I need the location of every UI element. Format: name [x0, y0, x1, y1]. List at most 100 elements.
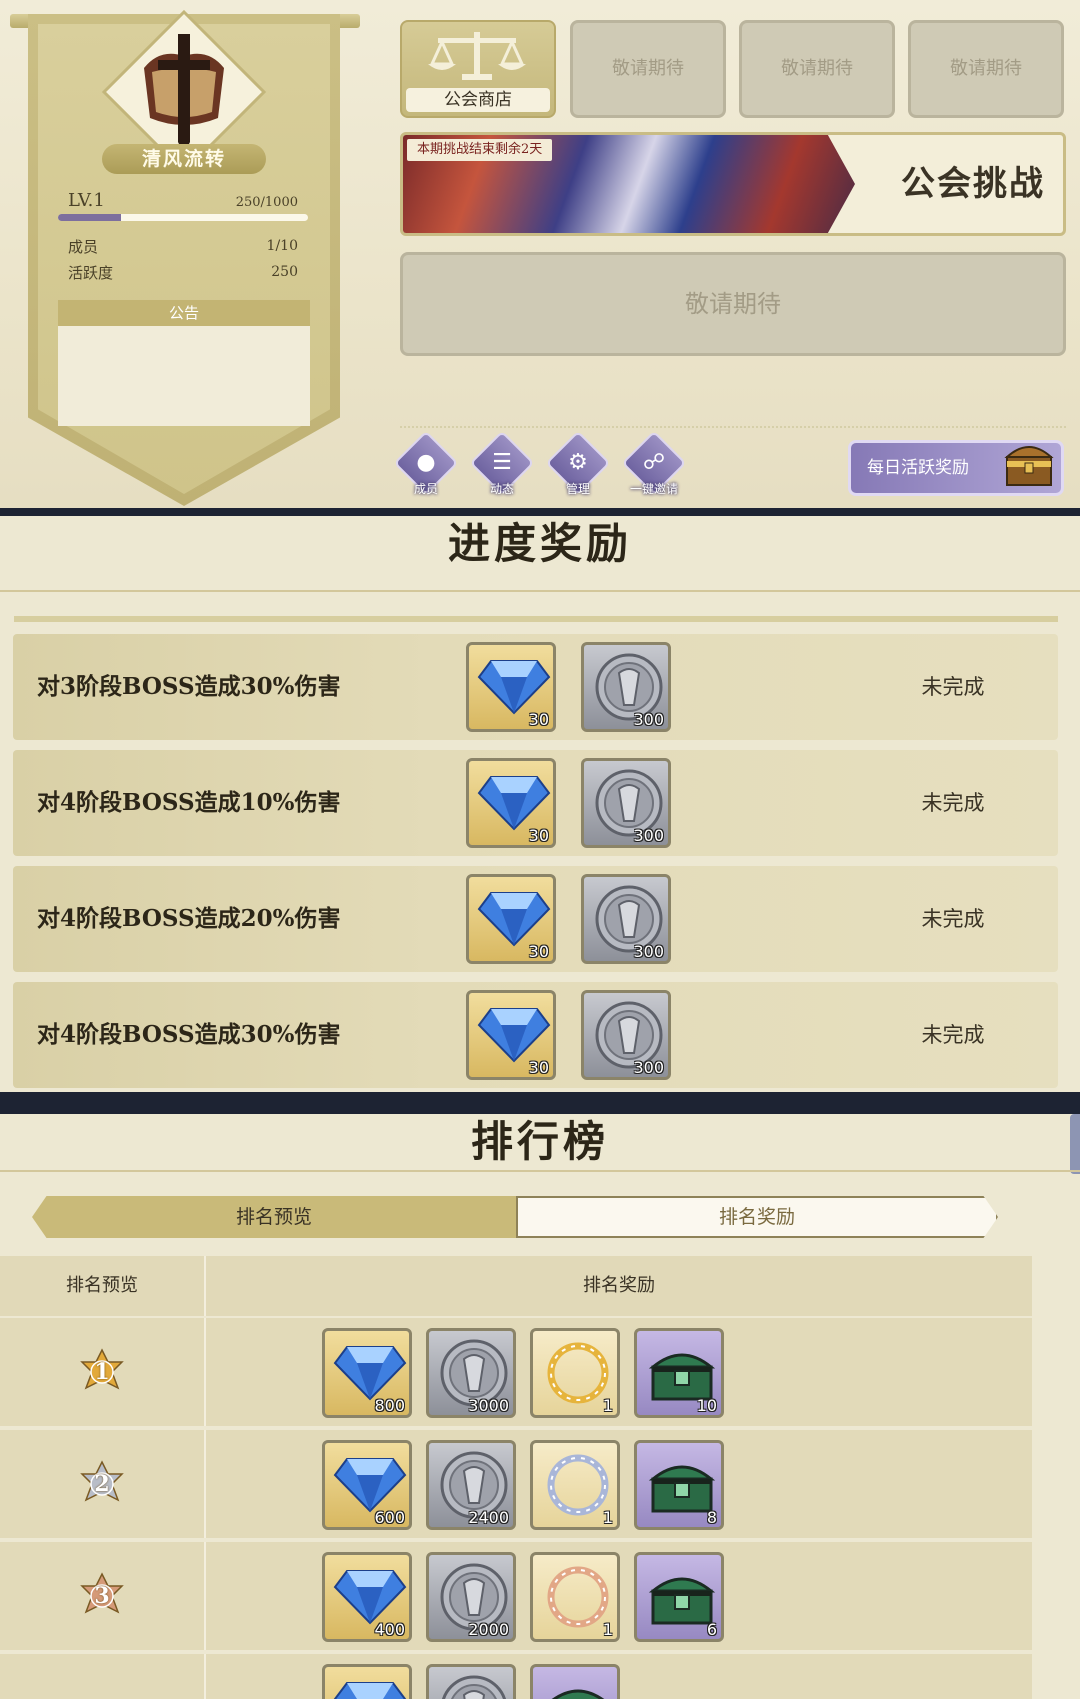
- leaderboard-row: 2 600 2400 1 8: [0, 1430, 1032, 1538]
- guild-exp-value: 250/1000: [235, 195, 298, 210]
- column-reward-header: 排名奖励: [583, 1275, 655, 1296]
- notice-title: 公告: [58, 300, 310, 326]
- rank-number: 3: [94, 1583, 110, 1609]
- nav-news-label: 动态: [489, 482, 514, 496]
- chest-reward[interactable]: 10: [634, 1328, 724, 1418]
- item-count: 30: [528, 942, 549, 961]
- item-count: 400: [374, 1620, 405, 1639]
- nav-news-button[interactable]: ☰ 动态: [469, 430, 535, 500]
- coin-reward[interactable]: 300: [581, 758, 671, 848]
- leaderboard-tabs: 排名预览 排名奖励: [32, 1196, 998, 1238]
- guild-exp-fill: [58, 214, 121, 221]
- list-top-rule: [14, 616, 1058, 622]
- progress-rewards-title: 进度奖励: [447, 519, 632, 568]
- activity-label: 活跃度: [68, 264, 114, 282]
- task-description: 对4阶段BOSS造成30%伤害: [37, 1021, 341, 1048]
- item-count: 600: [374, 1508, 405, 1527]
- coin-reward[interactable]: 300: [581, 642, 671, 732]
- item-count: 6: [706, 1620, 717, 1639]
- ring-reward[interactable]: 1: [530, 1440, 620, 1530]
- guild-level: LV.1: [68, 190, 105, 211]
- coin-reward[interactable]: 3000: [426, 1328, 516, 1418]
- notice-content[interactable]: [58, 326, 310, 426]
- activity-value: 250: [271, 264, 298, 280]
- rank-cell: 1: [0, 1318, 206, 1426]
- leaderboard-row: 1 800 3000 1 10: [0, 1318, 1032, 1426]
- guild-challenge-banner[interactable]: 本期挑战结束剩余2天 公会挑战: [400, 132, 1066, 236]
- guild-shop-button[interactable]: 公会商店: [400, 20, 556, 118]
- guild-exp-bar: [58, 214, 308, 221]
- item-count: 30: [528, 826, 549, 845]
- rank-cell: 2: [0, 1430, 206, 1538]
- tab-rank-reward[interactable]: 排名奖励: [516, 1196, 998, 1238]
- ring-reward[interactable]: 1: [530, 1552, 620, 1642]
- member-icon: ●: [416, 450, 436, 475]
- daily-activity-reward-button[interactable]: 每日活跃奖励: [848, 440, 1064, 496]
- members-value: 1/10: [266, 238, 298, 254]
- leaderboard-section: 排行榜 排名预览 排名奖励 排名预览 排名奖励 1 800 3000 1 10 2 600 2…: [0, 1114, 1080, 1699]
- item-count: 800: [374, 1396, 405, 1415]
- rank-number: 2: [94, 1471, 110, 1497]
- task-status: 未完成: [921, 907, 985, 931]
- progress-rewards-section: 进度奖励 对3阶段BOSS造成30%伤害 30 300 未完成 对4阶段BOSS造成10…: [0, 516, 1080, 1100]
- item-count: 300: [633, 826, 664, 845]
- coming-soon-button-1[interactable]: 敬请期待: [570, 20, 726, 118]
- task-row: 对4阶段BOSS造成20%伤害 30 300 未完成: [13, 866, 1058, 972]
- item-count: 30: [528, 710, 549, 729]
- item-count: 8: [706, 1508, 717, 1527]
- nav-manage-label: 管理: [565, 482, 590, 496]
- coming-soon-wide-button[interactable]: 敬请期待: [400, 252, 1066, 356]
- leaderboard-title: 排行榜: [470, 1117, 609, 1166]
- coming-soon-button-3[interactable]: 敬请期待: [908, 20, 1064, 118]
- item-count: 300: [633, 1058, 664, 1077]
- ring-reward[interactable]: 1: [530, 1328, 620, 1418]
- item-count: 1: [602, 1396, 613, 1415]
- title-rule: [0, 590, 1080, 592]
- gem-reward[interactable]: 600: [322, 1440, 412, 1530]
- treasure-chest-icon: [1004, 446, 1054, 486]
- item-count: 10: [696, 1396, 717, 1415]
- chest-reward[interactable]: 8: [634, 1440, 724, 1530]
- item-count: 3000: [468, 1396, 509, 1415]
- item-count: 300: [633, 942, 664, 961]
- chest-reward[interactable]: [530, 1664, 620, 1699]
- item-count: 2000: [468, 1620, 509, 1639]
- task-row: 对3阶段BOSS造成30%伤害 30 300 未完成: [13, 634, 1058, 740]
- gem-reward[interactable]: 400: [322, 1552, 412, 1642]
- gem-reward[interactable]: 800: [322, 1328, 412, 1418]
- chest-reward[interactable]: 6: [634, 1552, 724, 1642]
- leaderboard-header: 排名预览 排名奖励: [0, 1256, 1032, 1316]
- challenge-countdown: 本期挑战结束剩余2天: [407, 139, 553, 161]
- coin-reward[interactable]: 300: [581, 874, 671, 964]
- task-status: 未完成: [921, 1023, 985, 1047]
- guild-shop-label: 公会商店: [406, 88, 550, 112]
- item-count: 30: [528, 1058, 549, 1077]
- news-icon: ☰: [492, 450, 512, 475]
- gem-reward[interactable]: 30: [466, 758, 556, 848]
- nav-invite-button[interactable]: ☍ 一键邀请: [621, 430, 687, 500]
- item-count: 1: [602, 1620, 613, 1639]
- leaderboard-row: [0, 1654, 1032, 1699]
- gem-reward[interactable]: 30: [466, 874, 556, 964]
- nav-members-button[interactable]: ● 成员: [393, 430, 459, 500]
- item-count: 1: [602, 1508, 613, 1527]
- coin-reward[interactable]: 2400: [426, 1440, 516, 1530]
- tab-rank-preview[interactable]: 排名预览: [32, 1196, 516, 1238]
- coin-reward[interactable]: 300: [581, 990, 671, 1080]
- rank-cell: 3: [0, 1542, 206, 1650]
- task-row: 对4阶段BOSS造成10%伤害 30 300 未完成: [13, 750, 1058, 856]
- column-rank-header: 排名预览: [0, 1256, 206, 1316]
- challenge-title: 公会挑战: [901, 164, 1045, 204]
- divider: [400, 426, 1066, 428]
- daily-reward-label: 每日活跃奖励: [867, 458, 969, 478]
- coming-soon-button-2[interactable]: 敬请期待: [739, 20, 895, 118]
- gem-reward[interactable]: [322, 1664, 412, 1699]
- coin-reward[interactable]: 2000: [426, 1552, 516, 1642]
- gem-reward[interactable]: 30: [466, 642, 556, 732]
- coin-reward[interactable]: [426, 1664, 516, 1699]
- gem-reward[interactable]: 30: [466, 990, 556, 1080]
- nav-manage-button[interactable]: ⚙ 管理: [545, 430, 611, 500]
- task-description: 对3阶段BOSS造成30%伤害: [37, 673, 341, 700]
- guild-name: 清风流转: [102, 144, 266, 174]
- task-status: 未完成: [921, 791, 985, 815]
